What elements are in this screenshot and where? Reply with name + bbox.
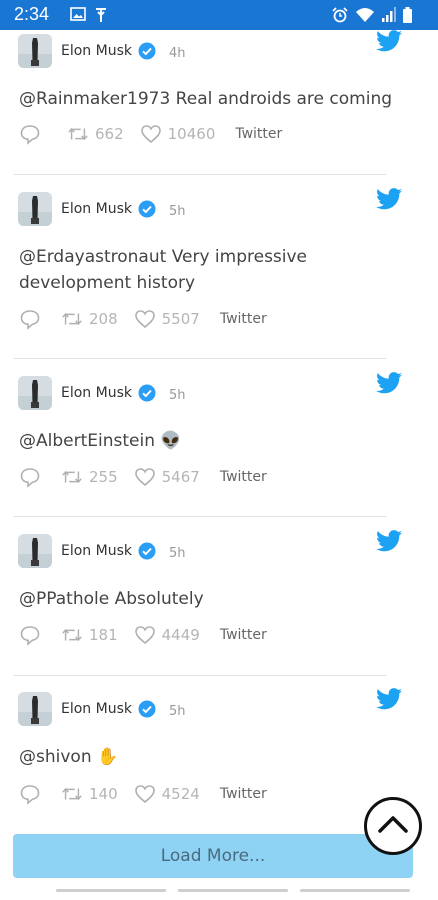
retweet-icon[interactable] <box>67 123 89 145</box>
chevron-up-icon <box>378 816 408 833</box>
tweet-card[interactable]: Elon Musk 4h @Rainmaker1973 Real android… <box>14 34 414 164</box>
system-nav-bar <box>0 880 438 900</box>
verified-badge-icon <box>138 384 156 402</box>
tweet-source: Twitter <box>219 469 267 485</box>
avatar[interactable] <box>18 192 52 226</box>
like-count: 5507 <box>161 310 200 328</box>
author-name[interactable]: Elon Musk <box>61 201 132 217</box>
like-count: 10460 <box>167 125 216 143</box>
tweet-time: 4h <box>169 46 186 61</box>
status-time: 2:34 <box>14 4 50 24</box>
tweet-text: @Erdayastronaut Very impressive developm… <box>19 247 308 293</box>
like-count: 5467 <box>161 468 200 486</box>
divider <box>14 358 386 359</box>
avatar[interactable] <box>18 376 52 410</box>
twitter-bird-icon[interactable] <box>376 372 402 394</box>
tweet-card[interactable]: Elon Musk 5h @shivon ✋ 140 4524 Twitter <box>14 692 414 822</box>
like-icon[interactable] <box>134 783 156 805</box>
load-more-button[interactable]: Load More... <box>13 834 413 878</box>
tweet-text: @PPathole Absolutely <box>19 589 204 609</box>
like-icon[interactable] <box>134 466 156 488</box>
twitter-bird-icon[interactable] <box>376 188 402 210</box>
avatar[interactable] <box>18 692 52 726</box>
alarm-icon <box>332 7 348 23</box>
twitter-bird-icon[interactable] <box>376 30 402 52</box>
author-name[interactable]: Elon Musk <box>61 43 132 59</box>
avatar[interactable] <box>18 534 52 568</box>
tweet-source: Twitter <box>235 126 283 142</box>
retweet-count: 208 <box>89 310 118 328</box>
nav-home-button[interactable] <box>178 889 288 892</box>
reply-icon[interactable] <box>19 466 41 488</box>
tweet-text: @AlbertEinstein 👽 <box>19 431 182 451</box>
divider <box>14 516 386 517</box>
tweet-time: 5h <box>169 388 186 403</box>
retweet-icon[interactable] <box>61 466 83 488</box>
divider <box>14 675 386 676</box>
divider <box>14 174 386 175</box>
nav-recent-button[interactable] <box>56 889 166 892</box>
author-name[interactable]: Elon Musk <box>61 385 132 401</box>
like-icon[interactable] <box>134 308 156 330</box>
avatar[interactable] <box>18 34 52 68</box>
like-icon[interactable] <box>140 123 162 145</box>
verified-badge-icon <box>138 542 156 560</box>
retweet-icon[interactable] <box>61 624 83 646</box>
verified-badge-icon <box>138 200 156 218</box>
like-count: 4449 <box>161 626 200 644</box>
retweet-count: 662 <box>95 125 124 143</box>
like-icon[interactable] <box>134 624 156 646</box>
battery-icon <box>403 7 412 23</box>
reply-icon[interactable] <box>19 624 41 646</box>
tweet-time: 5h <box>169 704 186 719</box>
scroll-to-top-button[interactable] <box>364 797 422 855</box>
author-name[interactable]: Elon Musk <box>61 543 132 559</box>
tweet-time: 5h <box>169 546 186 561</box>
twitter-bird-icon[interactable] <box>376 530 402 552</box>
tweet-source: Twitter <box>219 786 267 802</box>
verified-badge-icon <box>138 700 156 718</box>
reply-icon[interactable] <box>19 123 41 145</box>
author-name[interactable]: Elon Musk <box>61 701 132 717</box>
retweet-count: 140 <box>89 785 118 803</box>
status-bar: 2:34 <box>0 0 438 30</box>
retweet-icon[interactable] <box>61 308 83 330</box>
like-count: 4524 <box>161 785 200 803</box>
nav-back-button[interactable] <box>300 889 410 892</box>
tweet-text: @Rainmaker1973 Real androids are coming <box>19 89 393 109</box>
tweet-card[interactable]: Elon Musk 5h @AlbertEinstein 👽 255 5467 … <box>14 376 414 506</box>
reply-icon[interactable] <box>19 783 41 805</box>
tweet-source: Twitter <box>219 627 267 643</box>
image-icon <box>70 7 86 21</box>
verified-badge-icon <box>138 42 156 60</box>
retweet-count: 255 <box>89 468 118 486</box>
tweet-card[interactable]: Elon Musk 5h @PPathole Absolutely 181 44… <box>14 534 414 664</box>
reply-icon[interactable] <box>19 308 41 330</box>
antenna-icon <box>96 8 106 22</box>
tweet-text: @shivon ✋ <box>19 747 119 767</box>
wifi-icon <box>356 8 374 22</box>
retweet-count: 181 <box>89 626 118 644</box>
tweet-source: Twitter <box>219 311 267 327</box>
tweet-card[interactable]: Elon Musk 5h @Erdayastronaut Very impres… <box>14 192 414 342</box>
signal-icon <box>382 7 396 22</box>
tweet-time: 5h <box>169 204 186 219</box>
retweet-icon[interactable] <box>61 783 83 805</box>
twitter-bird-icon[interactable] <box>376 688 402 710</box>
